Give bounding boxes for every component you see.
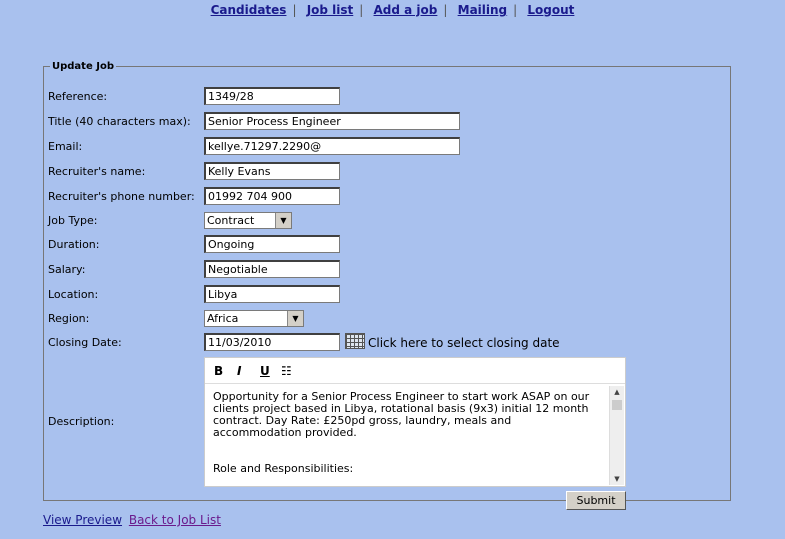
nav-separator: | — [443, 3, 448, 17]
nav-candidates[interactable]: Candidates — [205, 3, 293, 17]
recruiter-name-input[interactable]: Kelly Evans — [204, 162, 340, 180]
description-textarea[interactable]: Opportunity for a Senior Process Enginee… — [205, 386, 610, 486]
scroll-up-icon[interactable]: ▲ — [610, 386, 624, 398]
form-legend: Update Job — [52, 61, 114, 72]
list-icon[interactable]: ☷ — [281, 364, 292, 378]
title-label: Title (40 characters max): — [48, 115, 191, 128]
nav-job-list[interactable]: Job list — [301, 3, 360, 17]
recruiter-name-label: Recruiter's name: — [48, 165, 146, 178]
update-job-form: Update Job Reference: 1349/28 Title (40 … — [43, 61, 731, 510]
bottom-links: View Preview Back to Job List — [43, 513, 221, 527]
italic-button[interactable]: I — [237, 364, 241, 378]
nav-mailing[interactable]: Mailing — [452, 3, 514, 17]
description-text: Opportunity for a Senior Process Enginee… — [213, 390, 590, 439]
submit-button[interactable]: Submit — [566, 491, 626, 510]
salary-input[interactable]: Negotiable — [204, 260, 340, 278]
chevron-down-icon[interactable]: ▼ — [275, 213, 291, 228]
recruiter-phone-label: Recruiter's phone number: — [48, 190, 195, 203]
select-closing-date-link[interactable]: Click here to select closing date — [368, 336, 560, 350]
scroll-down-icon[interactable]: ▼ — [610, 473, 624, 485]
recruiter-phone-input[interactable]: 01992 704 900 — [204, 187, 340, 205]
scroll-thumb[interactable] — [612, 400, 622, 410]
location-label: Location: — [48, 288, 99, 301]
calendar-icon[interactable] — [345, 333, 365, 349]
title-input[interactable]: Senior Process Engineer — [204, 112, 460, 130]
closing-date-label: Closing Date: — [48, 336, 122, 349]
nav-separator: | — [292, 3, 297, 17]
job-type-value: Contract — [207, 214, 255, 227]
top-navigation: Candidates | Job list | Add a job | Mailing… — [0, 3, 785, 17]
nav-separator: | — [513, 3, 518, 17]
chevron-down-icon[interactable]: ▼ — [287, 311, 303, 326]
reference-input[interactable]: 1349/28 — [204, 87, 340, 105]
email-input[interactable]: kellye.71297.2290@ — [204, 137, 460, 155]
reference-label: Reference: — [48, 90, 108, 103]
editor-toolbar: B I U ☷ — [205, 358, 625, 384]
description-label: Description: — [48, 415, 115, 428]
description-editor: B I U ☷ Opportunity for a Senior Process… — [204, 357, 626, 487]
nav-add-job[interactable]: Add a job — [368, 3, 444, 17]
job-type-select[interactable]: Contract ▼ — [204, 212, 292, 229]
underline-button[interactable]: U — [260, 364, 270, 378]
region-select[interactable]: Africa ▼ — [204, 310, 304, 327]
duration-input[interactable]: Ongoing — [204, 235, 340, 253]
back-to-job-list-link[interactable]: Back to Job List — [129, 513, 221, 527]
region-label: Region: — [48, 312, 90, 325]
nav-separator: | — [359, 3, 364, 17]
job-type-label: Job Type: — [48, 214, 98, 227]
closing-date-input[interactable]: 11/03/2010 — [204, 333, 340, 351]
view-preview-link[interactable]: View Preview — [43, 513, 122, 527]
location-input[interactable]: Libya — [204, 285, 340, 303]
editor-scrollbar[interactable]: ▲ ▼ — [609, 386, 624, 485]
salary-label: Salary: — [48, 263, 86, 276]
duration-label: Duration: — [48, 238, 100, 251]
email-label: Email: — [48, 140, 83, 153]
description-text-2: Role and Responsibilities: — [213, 462, 354, 475]
nav-logout[interactable]: Logout — [521, 3, 580, 17]
bold-button[interactable]: B — [214, 364, 223, 378]
region-value: Africa — [207, 312, 239, 325]
